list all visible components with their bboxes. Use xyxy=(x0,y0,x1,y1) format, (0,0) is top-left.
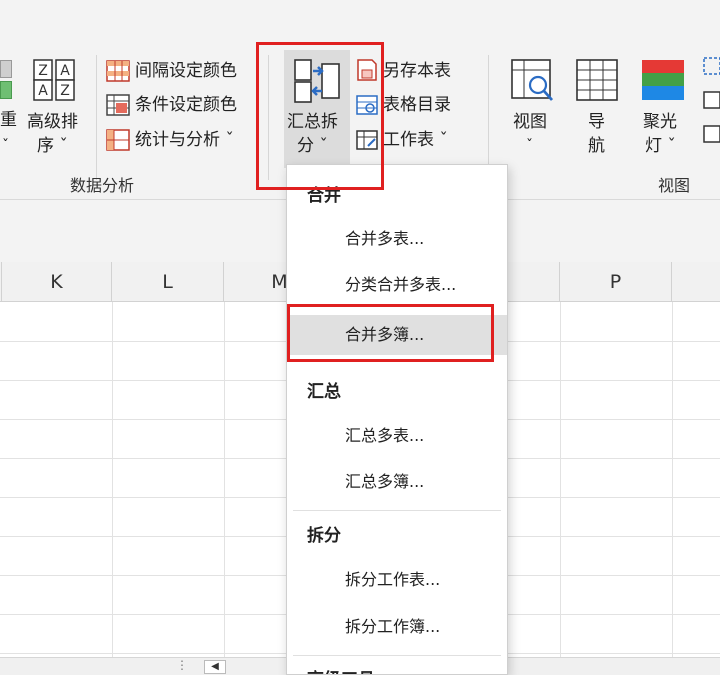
menu-section-header-advanced-tools: 高级工具 xyxy=(307,665,375,674)
menu-item-split-worksheet[interactable]: 拆分工作表... xyxy=(287,560,507,600)
svg-text:Z: Z xyxy=(60,83,70,99)
svg-text:A: A xyxy=(60,63,70,79)
menu-item-category-merge-sheets[interactable]: 分类合并多表... xyxy=(287,265,507,305)
column-header-l[interactable]: L xyxy=(112,262,224,302)
sort-label-line2[interactable]: 序 ˇ xyxy=(37,136,68,156)
grid-vline xyxy=(112,302,113,657)
merge-split-label-line2[interactable]: 分 ˇ xyxy=(297,136,328,156)
svg-text:A: A xyxy=(38,83,48,99)
save-sheet-icon[interactable] xyxy=(355,58,379,86)
menu-section-header-summary: 汇总 xyxy=(307,382,341,402)
ribbon-separator xyxy=(268,55,269,180)
column-header-k[interactable]: K xyxy=(2,262,112,302)
partial-button-icon[interactable] xyxy=(0,60,12,100)
menu-item-split-workbook[interactable]: 拆分工作簿... xyxy=(287,607,507,647)
partial-button-label-bottom[interactable]: ˇ xyxy=(2,136,9,156)
grid-vline xyxy=(672,302,673,657)
group-label-view: 视图 xyxy=(658,176,691,195)
ribbon-separator xyxy=(488,55,489,180)
condition-color-button[interactable]: 条件设定颜色 xyxy=(135,95,237,115)
worksheet-button[interactable]: 工作表 ˇ xyxy=(383,130,448,150)
tab-scroll-dots-icon[interactable]: ⋮ xyxy=(176,658,188,672)
menu-item-summarize-multiple-sheets[interactable]: 汇总多表... xyxy=(287,416,507,456)
worksheet-icon[interactable] xyxy=(355,128,379,156)
spotlight-icon[interactable] xyxy=(640,58,686,108)
grid-vline xyxy=(224,302,225,657)
sheet-directory-button[interactable]: 表格目录 xyxy=(383,95,451,115)
view-label-line2[interactable]: ˇ xyxy=(526,136,533,156)
column-header-next[interactable] xyxy=(672,262,720,302)
sheet-directory-icon[interactable] xyxy=(355,93,379,121)
column-header-p[interactable]: P xyxy=(560,262,672,302)
spotlight-label-line2[interactable]: 灯 ˇ xyxy=(645,136,676,156)
svg-text:Z: Z xyxy=(38,63,48,79)
view-icon[interactable] xyxy=(510,58,556,108)
condition-color-icon[interactable] xyxy=(106,94,130,120)
group-label-data-analysis: 数据分析 xyxy=(70,176,135,195)
interval-color-icon[interactable] xyxy=(106,60,130,86)
menu-item-merge-multiple-workbooks[interactable]: 合并多簿... xyxy=(287,315,507,355)
save-sheet-button[interactable]: 另存本表 xyxy=(383,61,451,81)
merge-split-label-line1[interactable]: 汇总拆 xyxy=(287,112,338,132)
menu-divider xyxy=(293,655,501,656)
menu-item-merge-multiple-sheets[interactable]: 合并多表... xyxy=(287,219,507,259)
view-label-line1[interactable]: 视图 xyxy=(513,112,547,132)
nav-icon[interactable] xyxy=(575,58,621,108)
menu-item-summarize-multiple-workbooks[interactable]: 汇总多簿... xyxy=(287,462,507,502)
spotlight-label-line1[interactable]: 聚光 xyxy=(643,112,677,132)
partial-right-icon[interactable] xyxy=(700,56,720,150)
nav-label-line2[interactable]: 航 xyxy=(588,136,605,156)
tab-scroll-left-icon[interactable]: ◀ xyxy=(204,660,226,674)
sort-icon[interactable]: Z A A Z xyxy=(32,58,76,106)
merge-split-icon[interactable] xyxy=(292,56,342,110)
sort-label-line1[interactable]: 高级排 xyxy=(27,112,78,132)
menu-section-header-merge: 合并 xyxy=(307,186,341,206)
interval-color-button[interactable]: 间隔设定颜色 xyxy=(135,61,237,81)
ribbon-separator xyxy=(96,55,97,180)
menu-divider xyxy=(293,510,501,511)
stats-analysis-button[interactable]: 统计与分析 ˇ xyxy=(135,130,234,150)
stats-analysis-icon[interactable] xyxy=(106,129,130,155)
merge-split-dropdown-menu: 合并 合并多表... 分类合并多表... 合并多簿... 汇总 汇总多表... … xyxy=(286,164,508,675)
nav-label-line1[interactable]: 导 xyxy=(588,112,605,132)
menu-section-header-split: 拆分 xyxy=(307,526,341,546)
grid-vline xyxy=(560,302,561,657)
partial-button-label-top[interactable]: 重 xyxy=(0,110,17,130)
